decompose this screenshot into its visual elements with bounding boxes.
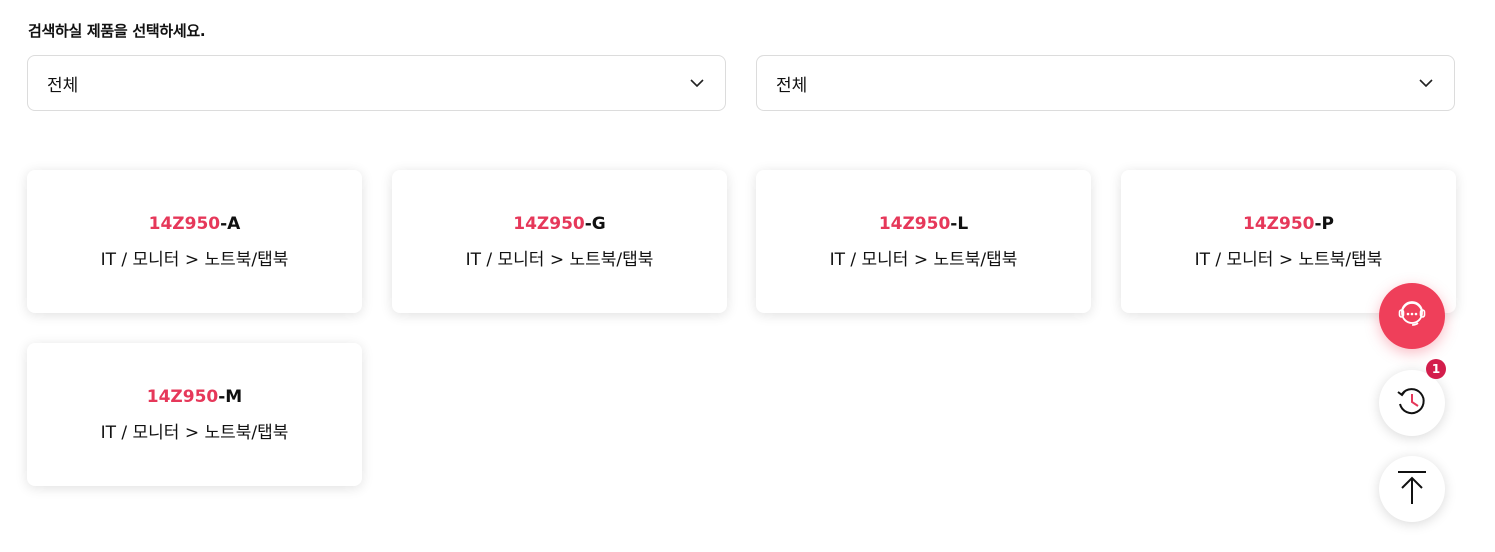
product-model: 14Z950-G [513, 213, 606, 235]
scroll-to-top-button[interactable] [1379, 456, 1445, 522]
product-category: IT / 모니터 > 노트북/탭북 [1194, 249, 1383, 270]
product-card[interactable]: 14Z950-G IT / 모니터 > 노트북/탭북 [392, 170, 727, 313]
model-match-highlight: 14Z950 [1243, 213, 1315, 234]
history-clock-icon [1393, 382, 1431, 424]
product-model: 14Z950-A [149, 213, 241, 235]
model-suffix: -L [950, 213, 969, 234]
model-match-highlight: 14Z950 [146, 386, 219, 407]
model-suffix: -P [1314, 213, 1334, 234]
category-select-secondary-value: 전체 [776, 75, 808, 96]
product-category: IT / 모니터 > 노트북/탭북 [465, 249, 654, 270]
product-category: IT / 모니터 > 노트북/탭북 [829, 249, 1018, 270]
model-match-highlight: 14Z950 [878, 213, 951, 234]
arrow-to-top-icon [1395, 468, 1429, 510]
category-select-primary-value: 전체 [47, 75, 79, 96]
history-count-badge: 1 [1426, 359, 1446, 379]
recent-history-button[interactable] [1379, 370, 1445, 436]
product-model: 14Z950-P [1243, 213, 1334, 235]
model-match-highlight: 14Z950 [148, 213, 221, 234]
category-select-primary[interactable]: 전체 [27, 55, 726, 111]
product-model: 14Z950-M [147, 386, 242, 408]
model-suffix: -M [218, 386, 243, 407]
model-suffix: -A [220, 213, 241, 234]
search-prompt: 검색하실 제품을 선택하세요. [28, 22, 206, 40]
model-suffix: -G [584, 213, 606, 234]
chevron-down-icon [689, 75, 705, 91]
category-select-secondary[interactable]: 전체 [756, 55, 1455, 111]
product-card[interactable]: 14Z950-M IT / 모니터 > 노트북/탭북 [27, 343, 362, 486]
product-card[interactable]: 14Z950-A IT / 모니터 > 노트북/탭북 [27, 170, 362, 313]
model-match-highlight: 14Z950 [513, 213, 585, 234]
product-category: IT / 모니터 > 노트북/탭북 [100, 249, 289, 270]
product-card[interactable]: 14Z950-L IT / 모니터 > 노트북/탭북 [756, 170, 1091, 313]
product-category: IT / 모니터 > 노트북/탭북 [100, 422, 289, 443]
chat-support-button[interactable] [1379, 283, 1445, 349]
chevron-down-icon [1418, 75, 1434, 91]
chat-support-icon [1395, 297, 1429, 335]
product-model: 14Z950-L [879, 213, 968, 235]
